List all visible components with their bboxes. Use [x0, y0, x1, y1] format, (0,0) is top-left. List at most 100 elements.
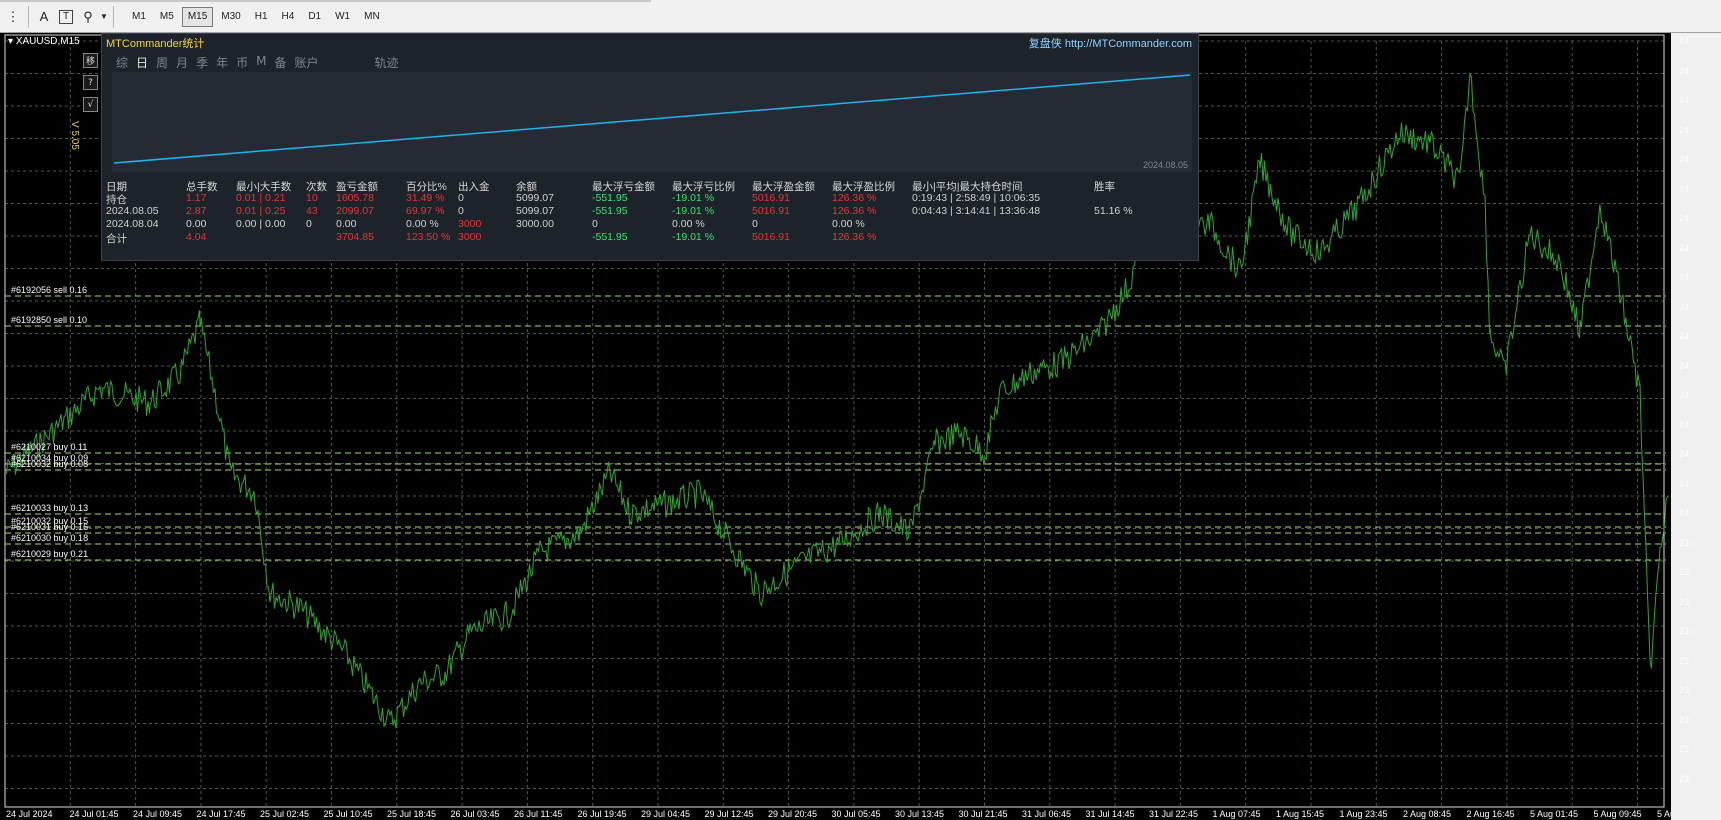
stats-cell: 3704.85: [336, 231, 374, 243]
chart-toolbar: ⋮ A T ⚲ ▼ M1 M5 M15 M30 H1 H4 D1 W1 MN: [0, 0, 1721, 33]
stats-cell: 31.49 %: [406, 192, 445, 204]
time-label: 29 Jul 20:45: [768, 809, 818, 819]
stats-cell: 0.00 %: [832, 218, 865, 230]
version-label: V 5.05: [69, 121, 80, 150]
order-label[interactable]: #6192850 sell 0.10: [11, 315, 87, 325]
stats-cell: 4.04: [186, 231, 207, 243]
stats-cell: 0: [306, 218, 312, 230]
price-chart[interactable]: ▾ XAUUSD,M15 #6192056 sell 0.16 #6192850 …: [0, 33, 1671, 820]
time-label: 25 Jul 10:45: [323, 809, 373, 819]
time-label: 2 Aug 08:45: [1403, 809, 1452, 819]
price-label: 24: [1679, 213, 1690, 223]
stats-tab[interactable]: 轨迹: [375, 54, 399, 71]
stats-cell: 0: [458, 205, 464, 217]
toolbar-separator: [113, 5, 114, 28]
time-label: 25 Jul 02:45: [260, 809, 310, 819]
text-label-tool-icon[interactable]: T: [59, 9, 73, 24]
time-label: 24 Jul 09:45: [133, 809, 183, 819]
price-label: 24: [1679, 36, 1690, 46]
stats-tab[interactable]: 年: [216, 54, 228, 71]
stats-tab[interactable]: 月: [176, 54, 188, 71]
price-label: 24: [1679, 390, 1690, 400]
stats-cell: 126.36 %: [832, 231, 877, 243]
help-button[interactable]: ?: [83, 75, 98, 90]
stats-cell: 0.00: [186, 218, 207, 230]
stats-tab[interactable]: 综: [116, 54, 128, 71]
time-label: 29 Jul 04:45: [641, 809, 691, 819]
time-label: 5 Aug 09:45: [1593, 809, 1642, 819]
stats-tab[interactable]: 季: [196, 54, 208, 71]
stats-cell: 1.17: [186, 192, 207, 204]
price-label: 23: [1679, 685, 1690, 695]
time-label: 31 Jul 14:45: [1085, 809, 1135, 819]
equity-line: [113, 74, 1191, 164]
stats-cell: 5016.91: [752, 192, 790, 204]
stats-tab[interactable]: 日: [136, 54, 148, 71]
stats-cell: 0.00: [336, 218, 357, 230]
timeframe-mn-button[interactable]: MN: [358, 7, 386, 27]
stats-cell: 0.01 | 0.21: [236, 192, 286, 204]
price-label: 24: [1679, 449, 1690, 459]
objects-dropdown-icon[interactable]: ⚲: [77, 6, 99, 28]
stats-cell: 5099.07: [516, 205, 554, 217]
price-label: 24: [1679, 154, 1690, 164]
timeframe-h1-button[interactable]: H1: [249, 7, 274, 27]
chevron-down-icon[interactable]: ▼: [99, 6, 109, 28]
time-label: 5 Aug 01:45: [1530, 809, 1579, 819]
stats-tab[interactable]: 币: [236, 54, 248, 71]
order-label[interactable]: #6210029 buy 0.21: [11, 549, 88, 559]
timeframe-h4-button[interactable]: H4: [276, 7, 301, 27]
stats-cell: 0: [458, 192, 464, 204]
order-label[interactable]: #6210032 buy 0.08: [11, 459, 88, 469]
stats-cell: 3000: [458, 218, 482, 230]
time-label: 1 Aug 15:45: [1276, 809, 1325, 819]
price-label: 24: [1679, 331, 1690, 341]
price-label: 23: [1679, 537, 1690, 548]
text-tool-icon[interactable]: A: [33, 6, 55, 28]
stats-cell: 合计: [106, 233, 127, 245]
price-label: 24: [1679, 183, 1690, 194]
timeframe-d1-button[interactable]: D1: [302, 7, 327, 27]
stats-cell: 10: [306, 192, 318, 204]
stats-tab[interactable]: 备: [274, 54, 286, 71]
panel-side-buttons: 移 ? √: [83, 53, 98, 119]
time-label: 26 Jul 03:45: [450, 809, 500, 819]
stats-cell: 1605.78: [336, 192, 374, 204]
panel-title: MTCommander统计: [106, 38, 205, 50]
order-label[interactable]: #6210033 buy 0.13: [11, 503, 88, 513]
stats-tab[interactable]: M: [256, 54, 266, 71]
order-label[interactable]: #6210030 buy 0.18: [11, 533, 88, 543]
time-label: 30 Jul 21:45: [958, 809, 1008, 819]
move-panel-button[interactable]: 移: [83, 53, 98, 68]
price-label: 23: [1679, 773, 1690, 784]
time-label: 2 Aug 16:45: [1466, 809, 1515, 819]
drawing-tools-group: ⋮ A T ⚲ ▼: [2, 4, 118, 29]
timeframe-m5-button[interactable]: M5: [154, 7, 180, 27]
price-label: 23: [1679, 567, 1690, 577]
brand-link[interactable]: 复盘侠 http://MTCommander.com: [1029, 35, 1192, 51]
price-label: 24: [1679, 95, 1690, 105]
stats-tab[interactable]: 周: [156, 54, 168, 71]
graph-date: 2024.08.05: [1142, 160, 1188, 170]
timeframe-m1-button[interactable]: M1: [126, 7, 152, 27]
timeframe-m30-button[interactable]: M30: [215, 7, 246, 27]
stats-tab[interactable]: 账户: [294, 54, 318, 71]
stats-cell: 51.16 %: [1094, 205, 1133, 217]
price-label: 23: [1679, 714, 1690, 725]
order-label[interactable]: #6210031 buy 0.16: [11, 522, 88, 532]
price-label: 23: [1679, 655, 1690, 666]
stats-cell: 0.00 %: [406, 218, 439, 230]
order-label[interactable]: #6192056 sell 0.16: [11, 285, 87, 295]
price-label: 24: [1679, 419, 1690, 430]
time-label: 24 Jul 2024: [6, 809, 53, 819]
time-label: 5 Aug: [1657, 809, 1671, 819]
price-label: 23: [1679, 626, 1690, 636]
stats-cell: -551.95: [592, 231, 628, 243]
price-label: 24: [1679, 301, 1690, 312]
time-label: 24 Jul 17:45: [196, 809, 246, 819]
cursor-tools-icon[interactable]: ⋮: [2, 6, 24, 28]
order-label[interactable]: #6210027 buy 0.11: [11, 442, 87, 452]
timeframe-m15-button[interactable]: M15: [181, 6, 214, 27]
timeframe-w1-button[interactable]: W1: [329, 7, 356, 27]
check-button[interactable]: √: [83, 97, 98, 112]
